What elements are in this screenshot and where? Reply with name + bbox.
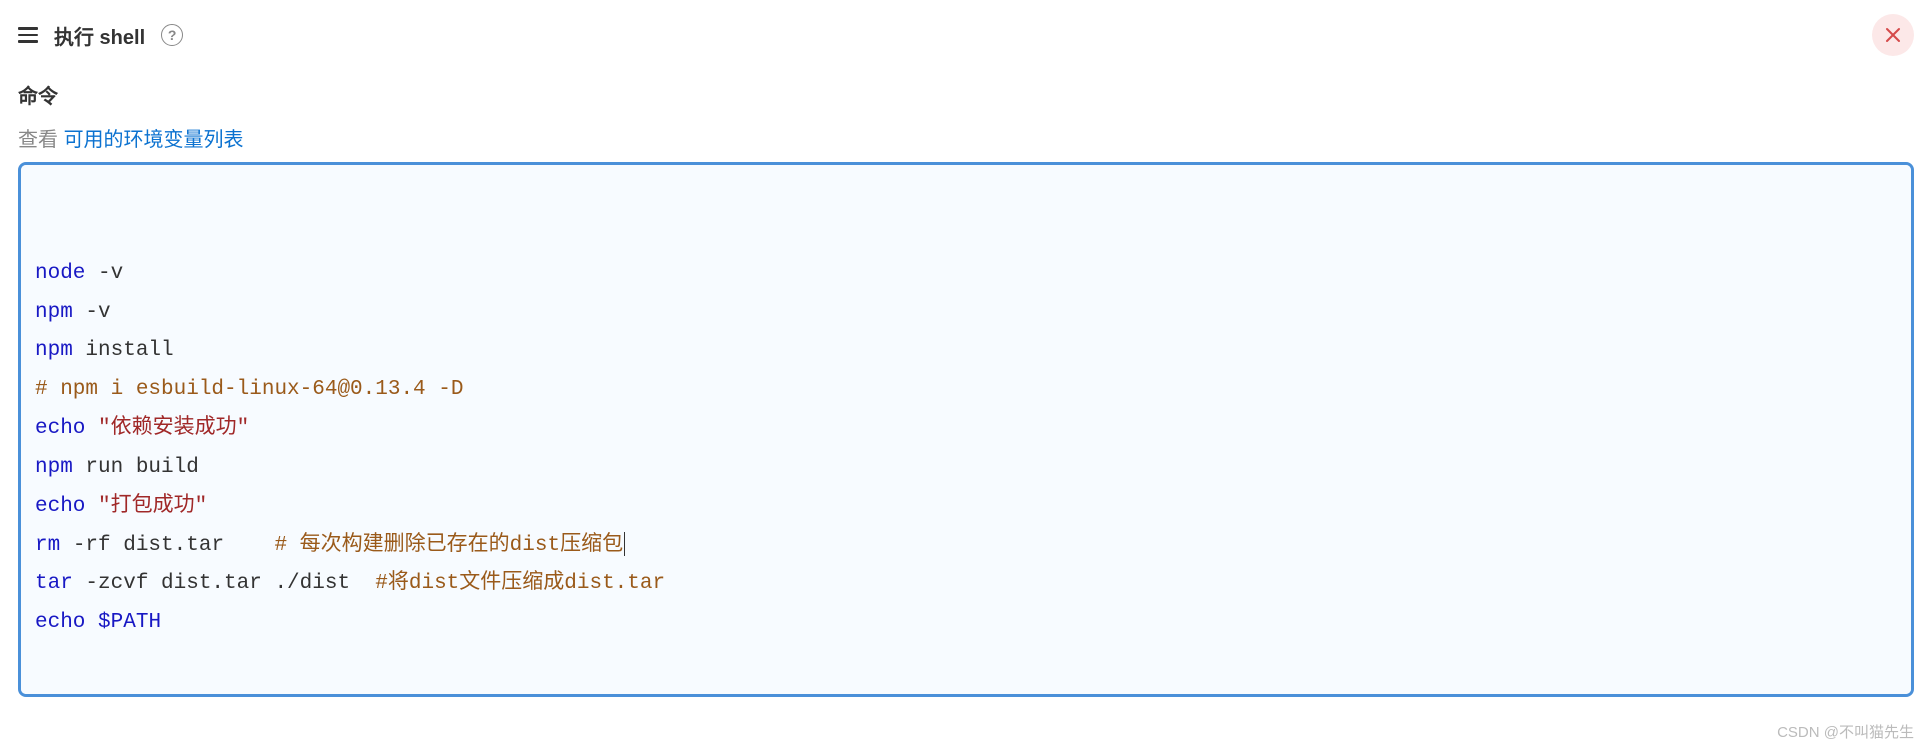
code-token: node xyxy=(35,262,85,285)
code-line: # npm i esbuild-linux-64@0.13.4 -D xyxy=(35,371,1897,410)
shell-command-textarea[interactable]: node -vnpm -vnpm install# npm i esbuild-… xyxy=(18,162,1914,697)
hint-prefix: 查看 xyxy=(18,129,64,151)
code-token: # npm i esbuild-linux-64@0.13.4 -D xyxy=(35,378,463,401)
code-token: npm xyxy=(35,339,73,362)
code-token: echo xyxy=(35,611,85,634)
code-token: "打包成功" xyxy=(98,495,207,518)
code-line: rm -rf dist.tar # 每次构建删除已存在的dist压缩包 xyxy=(35,527,1897,566)
section-label: 命令 xyxy=(18,80,1914,109)
code-token: echo xyxy=(35,495,85,518)
text-cursor xyxy=(624,532,625,556)
header-row: 执行 shell ? xyxy=(18,14,1914,56)
watermark-text: CSDN @不叫猫先生 xyxy=(1777,721,1914,742)
page-title: 执行 shell xyxy=(54,21,145,50)
code-token: -v xyxy=(73,301,111,324)
code-line: npm -v xyxy=(35,294,1897,333)
help-icon[interactable]: ? xyxy=(161,24,183,46)
code-token: npm xyxy=(35,456,73,479)
code-line: npm run build xyxy=(35,449,1897,488)
drag-handle-icon[interactable] xyxy=(18,27,38,43)
code-token: -rf dist.tar xyxy=(60,534,274,557)
close-button[interactable] xyxy=(1872,14,1914,56)
code-token: install xyxy=(73,339,174,362)
code-token: rm xyxy=(35,534,60,557)
code-token: npm xyxy=(35,301,73,324)
code-line: npm install xyxy=(35,332,1897,371)
hint-row: 查看 可用的环境变量列表 xyxy=(18,123,1914,152)
env-vars-link[interactable]: 可用的环境变量列表 xyxy=(64,129,244,151)
code-token: run build xyxy=(73,456,199,479)
code-token: $PATH xyxy=(98,611,161,634)
code-token xyxy=(85,611,98,634)
code-token: -zcvf dist.tar ./dist xyxy=(73,572,375,595)
resize-handle-icon[interactable] xyxy=(1893,676,1907,690)
code-token: #将dist文件压缩成dist.tar xyxy=(375,572,665,595)
code-token: # 每次构建删除已存在的dist压缩包 xyxy=(274,534,623,557)
code-line: tar -zcvf dist.tar ./dist #将dist文件压缩成dis… xyxy=(35,565,1897,604)
close-icon xyxy=(1884,26,1902,44)
code-line: echo "打包成功" xyxy=(35,488,1897,527)
code-token: echo xyxy=(35,417,85,440)
code-line: node -v xyxy=(35,255,1897,294)
code-line: echo $PATH xyxy=(35,604,1897,643)
code-line: echo "依赖安装成功" xyxy=(35,410,1897,449)
code-token: tar xyxy=(35,572,73,595)
code-token: "依赖安装成功" xyxy=(98,417,249,440)
code-token: -v xyxy=(85,262,123,285)
code-token xyxy=(85,495,98,518)
code-token xyxy=(85,417,98,440)
